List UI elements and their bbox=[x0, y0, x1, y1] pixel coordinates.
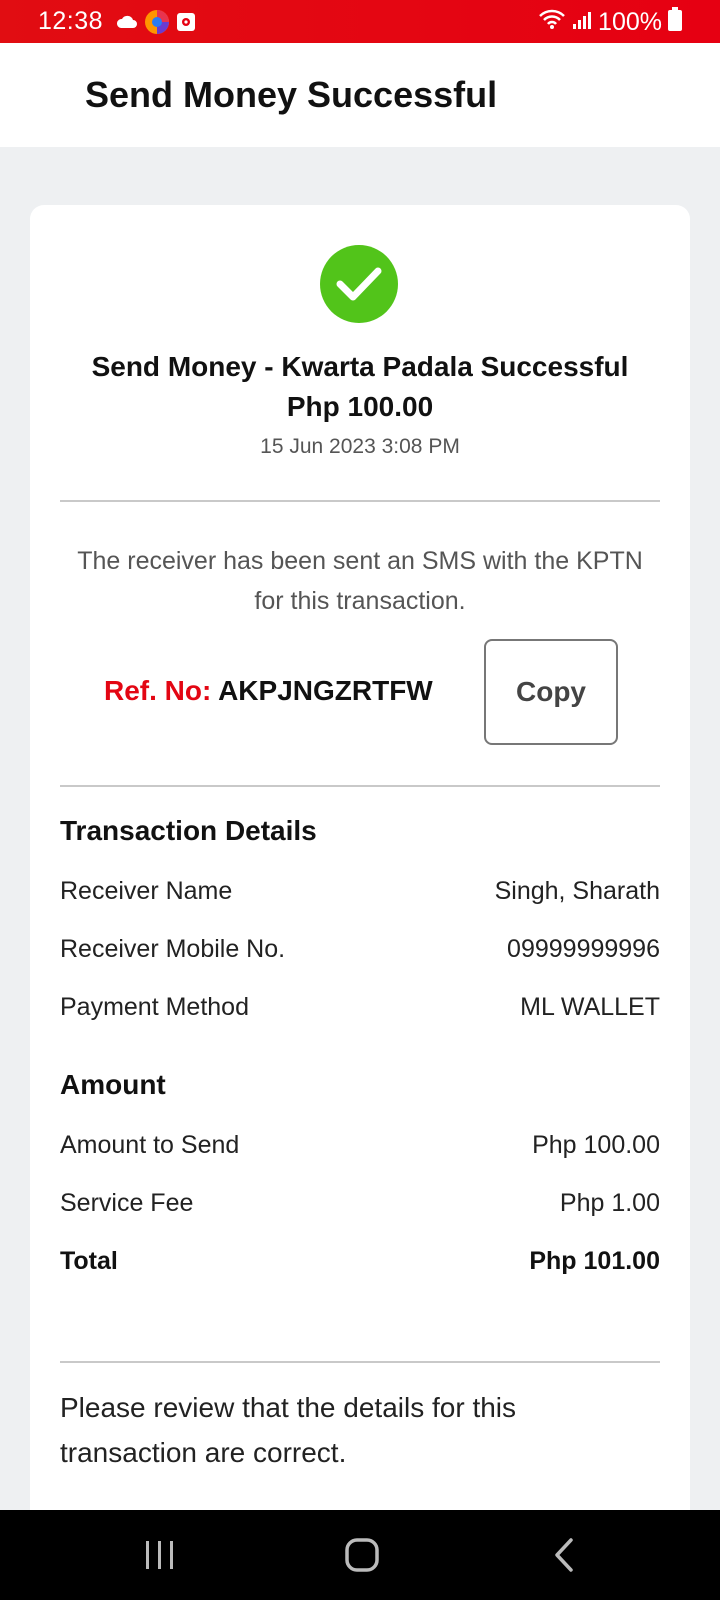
detail-row-receiver-name: Receiver Name Singh, Sharath bbox=[60, 877, 660, 906]
amount-row-total: Total Php 101.00 bbox=[60, 1247, 660, 1276]
browser-icon bbox=[144, 9, 170, 40]
success-title: Send Money - Kwarta Padala Successful bbox=[91, 351, 629, 382]
review-note: Please review that the details for this … bbox=[60, 1392, 517, 1468]
back-button[interactable] bbox=[534, 1532, 594, 1578]
battery-icon bbox=[668, 7, 682, 38]
detail-label: Payment Method bbox=[60, 993, 249, 1021]
home-button[interactable] bbox=[332, 1532, 392, 1578]
navigation-bar bbox=[0, 1510, 720, 1600]
amount-row-service-fee: Service Fee Php 1.00 bbox=[60, 1189, 660, 1218]
divider bbox=[60, 1361, 660, 1363]
reference-label: Ref. No: bbox=[104, 675, 212, 706]
reference-number: Ref. No: AKPJNGZRTFW bbox=[104, 675, 433, 707]
status-bar: 12:38 100% bbox=[0, 0, 720, 43]
back-icon bbox=[555, 1538, 573, 1572]
wifi-icon bbox=[538, 8, 566, 37]
signal-icon bbox=[572, 8, 592, 37]
amount-label: Service Fee bbox=[60, 1189, 194, 1217]
divider bbox=[60, 785, 660, 787]
amount-value: Php 100.00 bbox=[532, 1131, 660, 1159]
page-title: Send Money Successful bbox=[85, 74, 498, 115]
detail-value: Singh, Sharath bbox=[494, 877, 660, 905]
amount-row-to-send: Amount to Send Php 100.00 bbox=[60, 1131, 660, 1160]
transaction-date: 15 Jun 2023 3:08 PM bbox=[260, 435, 460, 458]
copy-button[interactable]: Copy bbox=[484, 639, 618, 745]
detail-label: Receiver Mobile No. bbox=[60, 935, 286, 963]
sms-note: The receiver has been sent an SMS with t… bbox=[77, 547, 643, 615]
home-icon bbox=[345, 1538, 379, 1572]
detail-value: 09999999996 bbox=[507, 935, 660, 963]
detail-label: Receiver Name bbox=[60, 877, 233, 905]
recent-apps-button[interactable] bbox=[130, 1532, 190, 1578]
app-header: Send Money Successful bbox=[0, 43, 720, 147]
status-time: 12:38 bbox=[38, 7, 104, 35]
detail-row-payment-method: Payment Method ML WALLET bbox=[60, 993, 660, 1022]
check-circle-icon bbox=[320, 245, 398, 323]
amount-value: Php 1.00 bbox=[559, 1189, 660, 1217]
detail-row-receiver-mobile: Receiver Mobile No. 09999999996 bbox=[60, 935, 660, 964]
amount-title: Amount bbox=[60, 1069, 166, 1100]
detail-value: ML WALLET bbox=[520, 993, 660, 1021]
amount-label: Amount to Send bbox=[60, 1131, 240, 1159]
reference-value: AKPJNGZRTFW bbox=[218, 675, 433, 706]
cloud-icon bbox=[116, 14, 138, 35]
total-value: Php 101.00 bbox=[529, 1247, 660, 1275]
success-amount: Php 100.00 bbox=[286, 391, 434, 422]
receipt-card: Send Money - Kwarta Padala Successful Ph… bbox=[30, 205, 690, 1525]
battery-text: 100% bbox=[598, 8, 662, 36]
camera-icon bbox=[176, 12, 196, 37]
recent-apps-icon bbox=[146, 1541, 173, 1569]
divider bbox=[60, 500, 660, 502]
transaction-details-title: Transaction Details bbox=[60, 815, 317, 846]
total-label: Total bbox=[60, 1247, 118, 1275]
